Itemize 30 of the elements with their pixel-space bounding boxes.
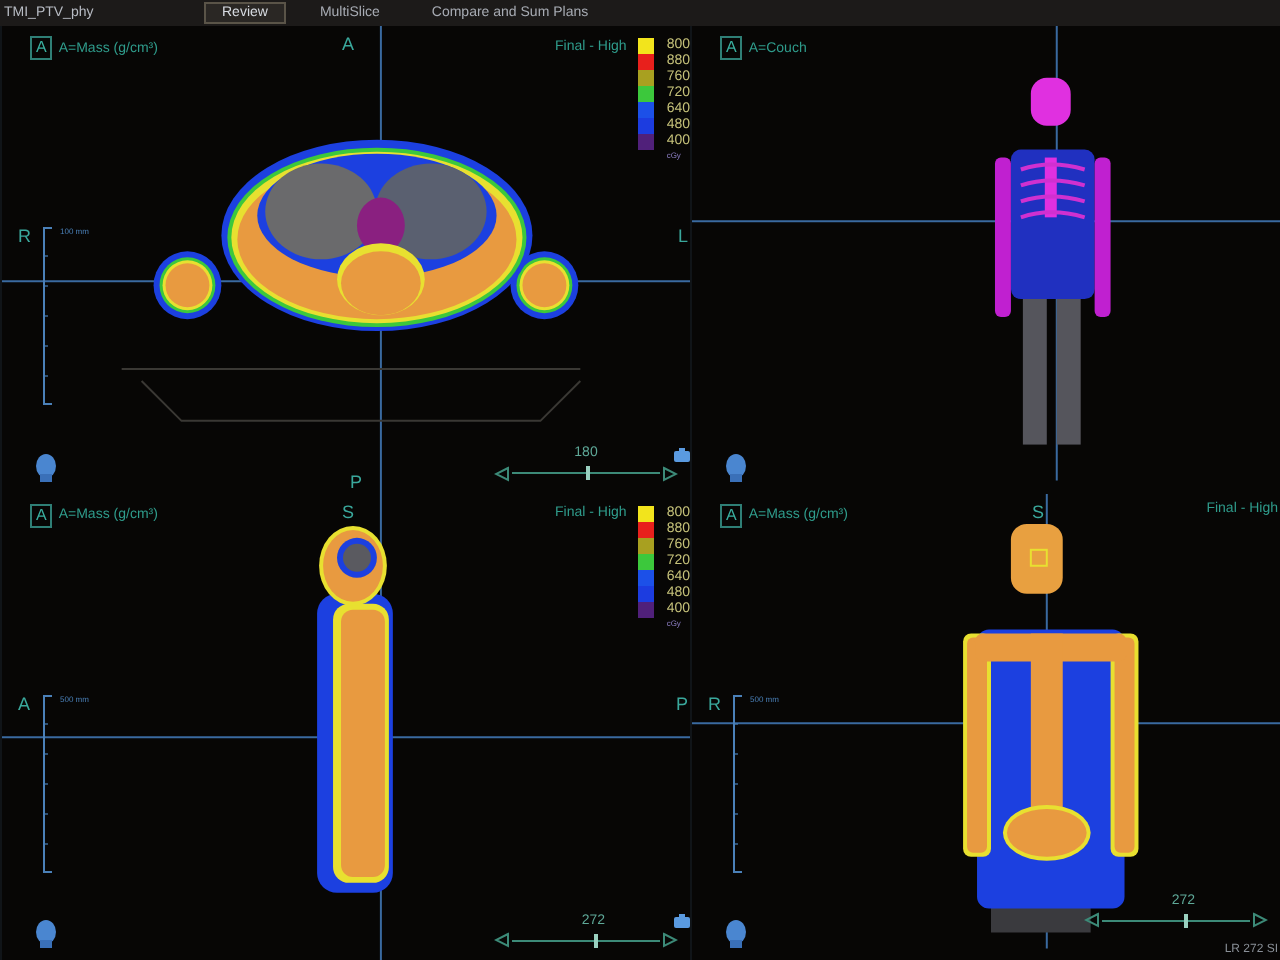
scale-bar-icon bbox=[42, 226, 58, 406]
orientation-label: A bbox=[342, 34, 355, 54]
overlay-badge[interactable]: A bbox=[720, 36, 743, 60]
triangle-right-icon[interactable] bbox=[1252, 912, 1268, 928]
scale-bar-icon bbox=[42, 693, 58, 873]
head-orientation-icon[interactable] bbox=[34, 920, 58, 948]
triangle-left-icon[interactable] bbox=[494, 932, 510, 948]
orientation-label: S bbox=[1032, 501, 1045, 521]
triangle-left-icon[interactable] bbox=[1084, 912, 1100, 928]
orientation-label: L bbox=[677, 226, 688, 246]
head-orientation-icon[interactable] bbox=[724, 453, 748, 481]
overlay-badge[interactable]: A bbox=[30, 36, 53, 60]
orientation-label: S bbox=[342, 501, 355, 521]
head-orientation-icon[interactable] bbox=[34, 453, 58, 481]
slider-thumb[interactable] bbox=[1183, 913, 1188, 927]
overlay-badge[interactable]: A bbox=[720, 503, 743, 527]
head-orientation-icon[interactable] bbox=[724, 920, 748, 948]
orientation-label: P bbox=[675, 693, 688, 713]
orientation-label: A bbox=[18, 693, 31, 713]
camera-icon[interactable] bbox=[674, 447, 690, 461]
triangle-right-icon[interactable] bbox=[662, 932, 678, 948]
orientation-label: R bbox=[708, 693, 721, 713]
orientation-label: P bbox=[350, 471, 363, 491]
scale-bar-icon bbox=[732, 693, 748, 873]
triangle-right-icon[interactable] bbox=[662, 465, 678, 481]
overlay-badge[interactable]: A bbox=[30, 503, 53, 527]
slider-thumb[interactable] bbox=[593, 933, 598, 947]
camera-icon[interactable] bbox=[674, 914, 690, 928]
triangle-left-icon[interactable] bbox=[494, 465, 510, 481]
orientation-label: R bbox=[18, 226, 31, 246]
